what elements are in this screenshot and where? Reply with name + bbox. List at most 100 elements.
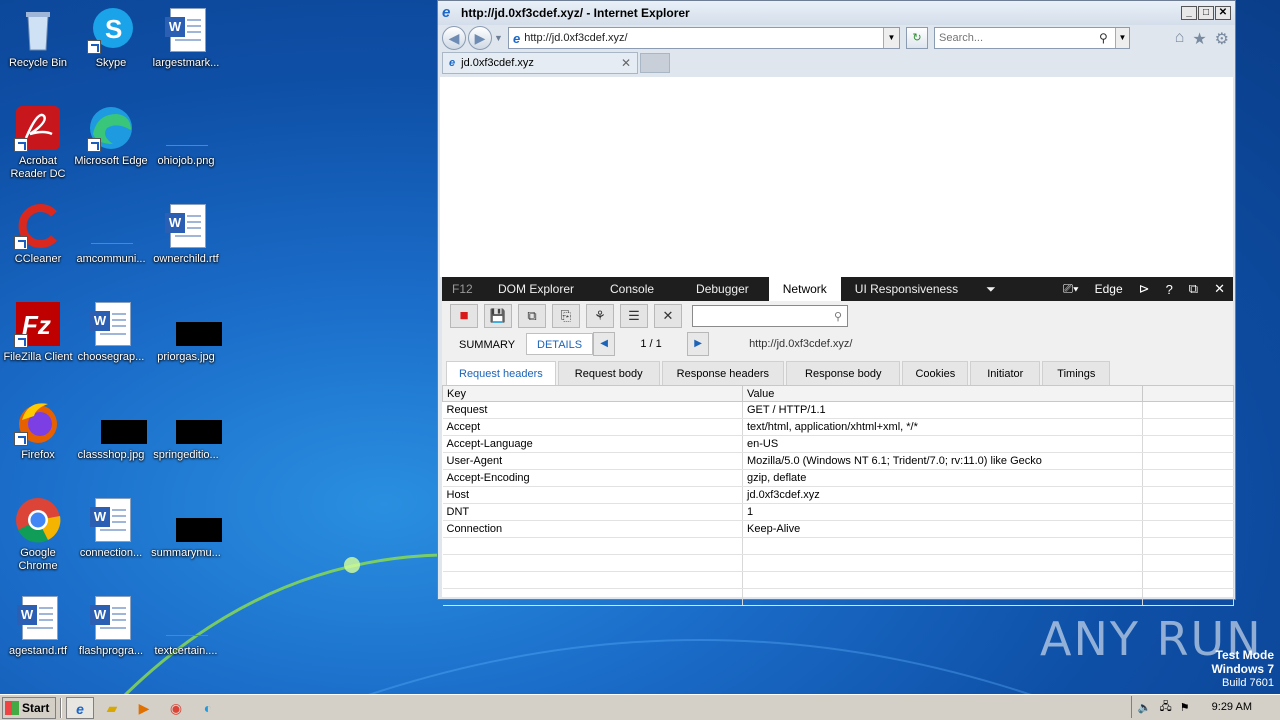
desktop-icon-acrobat[interactable]: Acrobat Reader DC (0, 104, 76, 181)
history-dropdown-icon[interactable]: ▼ (494, 33, 504, 43)
tab-request-headers[interactable]: Request headers (446, 361, 556, 385)
export-har-button[interactable]: 💾 (484, 304, 512, 328)
detail-tabs: Request headers Request body Response he… (442, 357, 1233, 385)
search-icon[interactable]: ⚲ (829, 310, 847, 323)
desktop-icon-label: Microsoft Edge (74, 155, 148, 167)
start-button[interactable]: Start (2, 696, 56, 719)
desktop-icon-recycle-bin[interactable]: Recycle Bin (0, 6, 76, 70)
taskbar-edge-icon[interactable]: ◐ (194, 697, 222, 719)
browser-tab[interactable]: e jd.0xf3cdef.xyz ✕ (442, 52, 638, 74)
minimize-button[interactable]: _ (1181, 6, 1197, 20)
network-icon[interactable]: 🖧 (1160, 698, 1172, 717)
desktop-icon-filezilla[interactable]: Fz FileZilla Client (0, 300, 76, 364)
tab-initiator[interactable]: Initiator (970, 361, 1041, 385)
next-request-button[interactable]: ▶ (687, 332, 710, 356)
desktop-icon-connection[interactable]: W connection... (73, 496, 149, 560)
tab-timings[interactable]: Timings (1042, 361, 1111, 385)
help-icon[interactable]: ? (1158, 282, 1181, 297)
tab-debugger[interactable]: Debugger (676, 277, 769, 301)
image-file-icon (87, 398, 147, 446)
taskbar-media-player-icon[interactable]: ▶ (130, 697, 158, 719)
table-row[interactable]: User-Agent Mozilla/5.0 (Windows NT 6.1; T… (442, 452, 1234, 470)
new-tab-button[interactable] (640, 53, 670, 73)
volume-icon[interactable]: 🔈 (1138, 701, 1152, 714)
desktop-icon-ccleaner[interactable]: CCleaner (0, 202, 76, 266)
tab-console[interactable]: Console (588, 277, 676, 301)
search-icon[interactable]: ⚲ (1099, 31, 1115, 45)
document-mode[interactable]: Edge (1087, 282, 1131, 296)
header-value: 1 (742, 503, 1143, 521)
desktop-icon-choosegrap[interactable]: W choosegrap... (73, 300, 149, 364)
desktop-icon-largestmark[interactable]: W largestmark... (148, 6, 224, 70)
search-dropdown-icon[interactable]: ▼ (1115, 28, 1129, 48)
desktop-icon-ownerchild[interactable]: W ownerchild.rtf (148, 202, 224, 266)
clock[interactable]: 9:29 AM (1212, 701, 1252, 713)
filter-box[interactable]: ⚲ (692, 305, 848, 327)
action-center-flag-icon[interactable]: ⚑ (1180, 701, 1190, 714)
taskbar-chrome-icon[interactable]: ◉ (162, 697, 190, 719)
taskbar-explorer-icon[interactable]: ▰ (98, 697, 126, 719)
filter-input[interactable] (693, 308, 829, 324)
desktop-icon-flashprogra[interactable]: W flashprogra... (73, 594, 149, 658)
home-icon[interactable]: ⌂ (1175, 29, 1185, 49)
table-row[interactable]: Connection Keep-Alive (442, 520, 1234, 538)
table-row[interactable]: Accept text/html, application/xhtml+xml, … (442, 418, 1234, 436)
tab-cookies[interactable]: Cookies (902, 361, 969, 385)
desktop-icon-chrome[interactable]: Google Chrome (0, 496, 76, 573)
desktop-icon-skype[interactable]: S Skype (73, 6, 149, 70)
column-header-key[interactable]: Key (442, 385, 743, 402)
stop-recording-button[interactable]: ■ (450, 304, 478, 328)
desktop-icon-amcommuni[interactable]: amcommuni... (73, 202, 149, 266)
emulation-icon[interactable]: ⎚▾ (1055, 281, 1087, 297)
table-row[interactable]: Accept-Encoding gzip, deflate (442, 469, 1234, 487)
more-tabs-icon[interactable]: ⏷ (972, 277, 1010, 301)
column-header-value[interactable]: Value (742, 385, 1143, 402)
title-bar[interactable]: e http://jd.0xf3cdef.xyz/ - Internet Exp… (438, 1, 1235, 25)
file-icon (162, 594, 210, 642)
search-input[interactable] (939, 32, 1099, 44)
tab-network[interactable]: Network (768, 277, 841, 301)
tab-close-icon[interactable]: ✕ (621, 56, 637, 70)
always-refresh-icon[interactable]: ⧉ (518, 304, 546, 328)
back-button[interactable]: ◀ (442, 26, 466, 50)
maximize-button[interactable]: □ (1198, 6, 1214, 20)
refresh-button[interactable]: ↻ (906, 27, 928, 49)
tab-response-headers[interactable]: Response headers (661, 361, 785, 385)
desktop-icon-springeditio[interactable]: springeditio... (148, 398, 224, 462)
console-toggle-icon[interactable]: ⊳ (1131, 281, 1158, 297)
address-value[interactable]: http://jd.0xf3cdef.xyz/ (524, 32, 883, 44)
desktop-icon-firefox[interactable]: Firefox (0, 398, 76, 462)
close-devtools-icon[interactable]: ✕ (1206, 281, 1233, 297)
clear-cache-icon[interactable]: ⎘ (552, 304, 580, 328)
table-row[interactable]: Accept-Language en-US (442, 435, 1234, 453)
address-dropdown-icon[interactable]: ▼ (883, 28, 899, 48)
taskbar-ie-icon[interactable]: e (66, 696, 94, 719)
search-box[interactable]: ⚲ ▼ (934, 27, 1130, 49)
summary-tab[interactable]: SUMMARY (448, 333, 526, 355)
clear-session-icon[interactable]: ✕ (654, 304, 682, 328)
previous-request-button[interactable]: ◀ (593, 332, 616, 356)
tab-response-body[interactable]: Response body (786, 361, 901, 385)
close-button[interactable]: ✕ (1215, 6, 1231, 20)
desktop-icon-ohiojob[interactable]: ohiojob.png (148, 104, 224, 168)
desktop-icon-classshop[interactable]: classshop.jpg (73, 398, 149, 462)
table-row[interactable]: Host jd.0xf3cdef.xyz (442, 486, 1234, 504)
tab-request-body[interactable]: Request body (557, 361, 660, 385)
clear-cookies-icon[interactable]: ⚘ (586, 304, 614, 328)
forward-button[interactable]: ▶ (468, 26, 492, 50)
clear-entries-icon[interactable]: ☰ (620, 304, 648, 328)
desktop-icon-summarymu[interactable]: summarymu... (148, 496, 224, 560)
favorites-star-icon[interactable]: ★ (1192, 29, 1206, 49)
settings-gear-icon[interactable]: ⚙ (1215, 29, 1229, 49)
tab-dom-explorer[interactable]: DOM Explorer (484, 277, 588, 301)
address-bar[interactable]: e http://jd.0xf3cdef.xyz/ ▼ (508, 27, 900, 49)
desktop-icon-priorgas[interactable]: priorgas.jpg (148, 300, 224, 364)
desktop-icon-textcertain[interactable]: textcertain.... (148, 594, 224, 658)
desktop-icon-edge[interactable]: Microsoft Edge (73, 104, 149, 168)
desktop-icon-agestand[interactable]: W agestand.rtf (0, 594, 76, 658)
table-row[interactable]: Request GET / HTTP/1.1 (442, 401, 1234, 419)
details-tab[interactable]: DETAILS (526, 333, 594, 355)
table-row[interactable]: DNT 1 (442, 503, 1234, 521)
undock-icon[interactable]: ⧉ (1181, 281, 1206, 297)
tab-ui-responsiveness[interactable]: UI Responsiveness (841, 277, 972, 301)
